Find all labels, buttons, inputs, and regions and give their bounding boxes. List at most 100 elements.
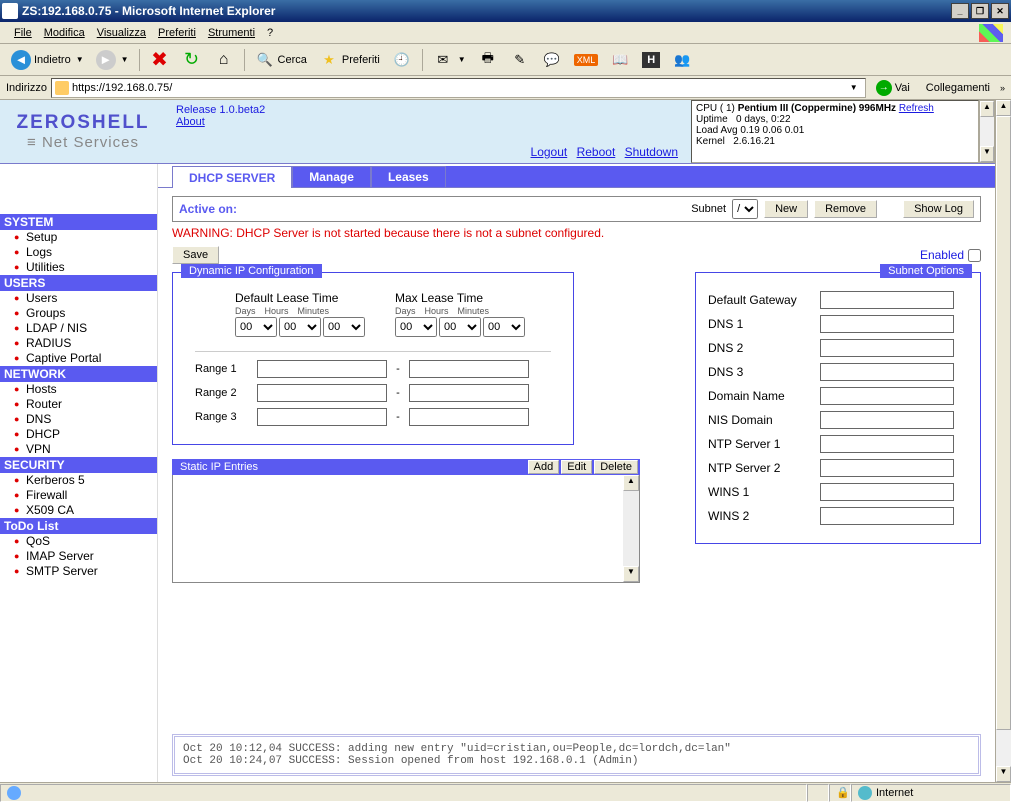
max-lease-minutes[interactable]: 00 — [483, 317, 525, 337]
forward-button[interactable]: ► ▼ — [91, 47, 134, 73]
sidebar-item-imap-server[interactable]: IMAP Server — [0, 549, 157, 564]
sidebar-item-hosts[interactable]: Hosts — [0, 382, 157, 397]
menu-file[interactable]: File — [8, 25, 38, 41]
minimize-button[interactable]: _ — [951, 3, 969, 19]
subnet-input-nis-domain[interactable] — [820, 411, 954, 429]
tab-manage[interactable]: Manage — [292, 166, 371, 188]
range3-start[interactable] — [257, 408, 387, 426]
links-chevron-icon[interactable]: » — [1000, 83, 1005, 93]
remove-button[interactable]: Remove — [814, 200, 877, 218]
sidebar-item-dhcp[interactable]: DHCP — [0, 427, 157, 442]
subnet-input-ntp-server-2[interactable] — [820, 459, 954, 477]
range2-start[interactable] — [257, 384, 387, 402]
ie-status-icon — [7, 786, 21, 800]
sidebar-item-router[interactable]: Router — [0, 397, 157, 412]
max-lease-days[interactable]: 00 — [395, 317, 437, 337]
refresh-button[interactable]: ↻ — [177, 47, 207, 73]
back-button[interactable]: ◄ Indietro ▼ — [6, 47, 89, 73]
range1-start[interactable] — [257, 360, 387, 378]
search-button[interactable]: 🔍Cerca — [250, 47, 312, 73]
sidebar-item-groups[interactable]: Groups — [0, 306, 157, 321]
save-button[interactable]: Save — [172, 246, 219, 264]
subnet-input-dns-1[interactable] — [820, 315, 954, 333]
sidebar-item-qos[interactable]: QoS — [0, 534, 157, 549]
static-scrollbar[interactable]: ▲▼ — [623, 475, 639, 582]
shutdown-link[interactable]: Shutdown — [625, 145, 678, 159]
default-lease-minutes[interactable]: 00 — [323, 317, 365, 337]
subnet-input-domain-name[interactable] — [820, 387, 954, 405]
stop-button[interactable]: ✖ — [145, 47, 175, 73]
subnet-input-dns-3[interactable] — [820, 363, 954, 381]
sidebar-item-logs[interactable]: Logs — [0, 245, 157, 260]
favorites-button[interactable]: ★Preferiti — [314, 47, 385, 73]
static-add-button[interactable]: Add — [528, 460, 560, 474]
reboot-link[interactable]: Reboot — [577, 145, 616, 159]
sidebar-item-ldap-nis[interactable]: LDAP / NIS — [0, 321, 157, 336]
tab-leases[interactable]: Leases — [371, 166, 446, 188]
sidebar-item-dns[interactable]: DNS — [0, 412, 157, 427]
refresh-link[interactable]: Refresh — [899, 103, 934, 114]
sidebar-item-smtp-server[interactable]: SMTP Server — [0, 564, 157, 579]
forward-dropdown-icon[interactable]: ▼ — [121, 55, 129, 64]
sidebar-item-x509-ca[interactable]: X509 CA — [0, 503, 157, 518]
default-lease-days[interactable]: 00 — [235, 317, 277, 337]
subnet-select[interactable]: / — [732, 199, 758, 219]
menu-modifica[interactable]: Modifica — [38, 25, 91, 41]
static-delete-button[interactable]: Delete — [594, 460, 638, 474]
sidebar-item-kerberos-5[interactable]: Kerberos 5 — [0, 473, 157, 488]
back-dropdown-icon[interactable]: ▼ — [76, 55, 84, 64]
mail-button[interactable]: ✉▼ — [428, 47, 471, 73]
menu-preferiti[interactable]: Preferiti — [152, 25, 202, 41]
history-button[interactable]: 🕘 — [387, 47, 417, 73]
menu-visualizza[interactable]: Visualizza — [91, 25, 152, 41]
subnet-input-default-gateway[interactable] — [820, 291, 954, 309]
sidebar-item-setup[interactable]: Setup — [0, 230, 157, 245]
logout-link[interactable]: Logout — [531, 145, 568, 159]
sidebar-item-captive-portal[interactable]: Captive Portal — [0, 351, 157, 366]
static-edit-button[interactable]: Edit — [561, 460, 592, 474]
links-label[interactable]: Collegamenti — [920, 82, 996, 94]
page-scroll-up[interactable]: ▲ — [996, 100, 1011, 116]
go-button[interactable]: → Vai — [870, 78, 916, 98]
static-entries-list[interactable] — [173, 475, 623, 582]
enabled-checkbox[interactable] — [968, 249, 981, 262]
about-link[interactable]: About — [176, 116, 205, 128]
sidebar-item-radius[interactable]: RADIUS — [0, 336, 157, 351]
sidebar-item-vpn[interactable]: VPN — [0, 442, 157, 457]
discuss-button[interactable]: 💬 — [537, 47, 567, 73]
xml-button[interactable]: XML — [569, 47, 604, 73]
sidebar-item-utilities[interactable]: Utilities — [0, 260, 157, 275]
messenger-button[interactable]: 👥 — [667, 47, 697, 73]
subnet-input-wins-2[interactable] — [820, 507, 954, 525]
h-button[interactable]: H — [637, 47, 665, 73]
research-button[interactable]: 📖 — [605, 47, 635, 73]
logo-subtitle: ≡ Net Services — [27, 134, 139, 151]
subnet-input-wins-1[interactable] — [820, 483, 954, 501]
showlog-button[interactable]: Show Log — [903, 200, 974, 218]
close-button[interactable]: ✕ — [991, 3, 1009, 19]
scroll-down-icon[interactable]: ▼ — [980, 146, 994, 162]
subnet-input-ntp-server-1[interactable] — [820, 435, 954, 453]
sidebar-item-users[interactable]: Users — [0, 291, 157, 306]
menu-help[interactable]: ? — [261, 25, 279, 41]
max-lease-hours[interactable]: 00 — [439, 317, 481, 337]
scroll-up-icon[interactable]: ▲ — [980, 101, 994, 117]
home-button[interactable]: ⌂ — [209, 47, 239, 73]
subnet-input-dns-2[interactable] — [820, 339, 954, 357]
range3-end[interactable] — [409, 408, 529, 426]
menu-strumenti[interactable]: Strumenti — [202, 25, 261, 41]
print-button[interactable]: 🖶 — [473, 47, 503, 73]
default-lease-hours[interactable]: 00 — [279, 317, 321, 337]
range2-end[interactable] — [409, 384, 529, 402]
address-input[interactable]: https://192.168.0.75/ ▼ — [51, 78, 866, 98]
restore-button[interactable]: ❐ — [971, 3, 989, 19]
new-button[interactable]: New — [764, 200, 808, 218]
edit-button[interactable]: ✎ — [505, 47, 535, 73]
sidebar-item-firewall[interactable]: Firewall — [0, 488, 157, 503]
sysinfo-scrollbar[interactable]: ▲ ▼ — [979, 100, 995, 163]
range1-end[interactable] — [409, 360, 529, 378]
tab-dhcp-server[interactable]: DHCP SERVER — [172, 166, 292, 188]
address-dropdown-icon[interactable]: ▼ — [846, 83, 862, 92]
page-scrollbar[interactable]: ▲ ▼ — [995, 100, 1011, 782]
page-scroll-down[interactable]: ▼ — [996, 766, 1011, 782]
